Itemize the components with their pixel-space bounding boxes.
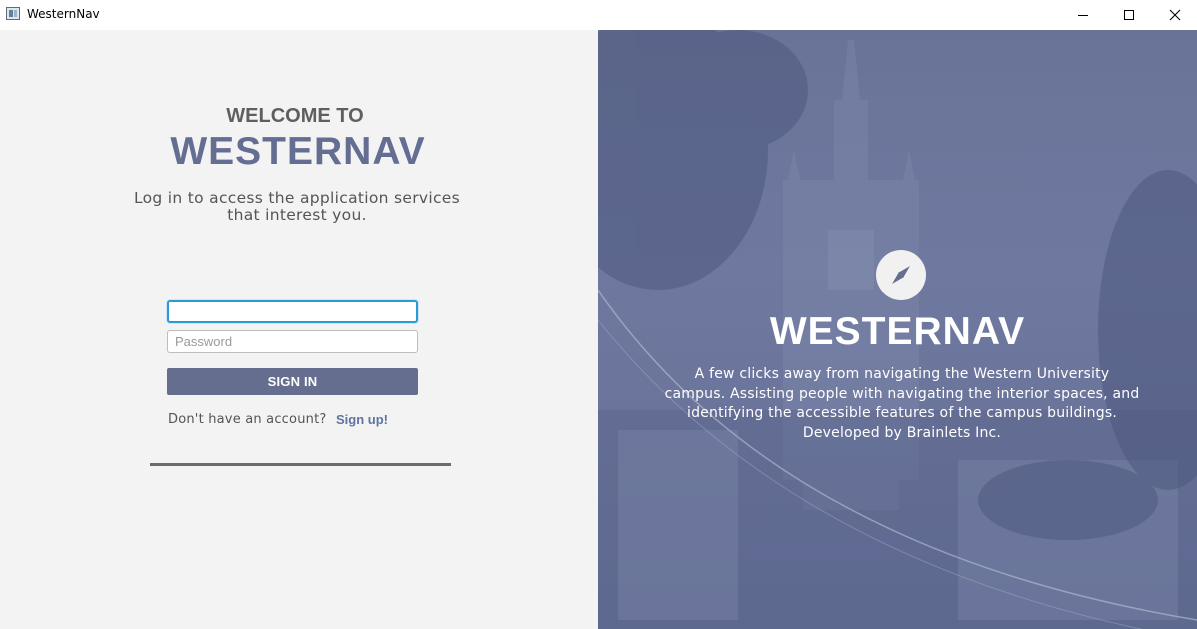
info-brand-title: WESTERNAV xyxy=(769,310,1026,353)
sign-in-button[interactable]: SIGN IN xyxy=(167,368,418,395)
desc-line-1: A few clicks away from navigating the We… xyxy=(694,366,1110,382)
close-button[interactable] xyxy=(1152,0,1197,30)
sign-up-link[interactable]: Sign up! xyxy=(336,412,388,427)
login-panel: WELCOME TO WESTERNAV Log in to access th… xyxy=(0,30,598,629)
close-icon xyxy=(1169,9,1181,21)
desc-line-2: campus. Assisting people with navigating… xyxy=(664,385,1140,402)
desc-line-4: Developed by Brainlets Inc. xyxy=(802,424,1002,441)
maximize-button[interactable] xyxy=(1106,0,1152,30)
password-input[interactable] xyxy=(167,330,418,353)
minimize-icon xyxy=(1078,15,1088,16)
login-subtitle: Log in to access the application service… xyxy=(0,190,594,224)
minimize-button[interactable] xyxy=(1060,0,1106,30)
subtitle-line-1: Log in to access the application service… xyxy=(133,189,460,207)
info-panel: WESTERNAV A few clicks away from navigat… xyxy=(598,30,1197,629)
divider xyxy=(150,463,451,466)
desc-line-3: identifying the accessible features of t… xyxy=(687,405,1117,421)
brand-title: WESTERNAV xyxy=(170,130,426,173)
info-description: A few clicks away from navigating the We… xyxy=(648,365,1156,443)
compass-icon xyxy=(876,250,926,300)
welcome-heading: WELCOME TO xyxy=(226,105,364,127)
app-icon xyxy=(6,7,20,20)
username-input[interactable] xyxy=(167,300,418,323)
window-title: WesternNav xyxy=(27,7,100,21)
window-titlebar: WesternNav xyxy=(0,0,1197,30)
maximize-icon xyxy=(1124,10,1134,20)
subtitle-line-2: that interest you. xyxy=(227,206,367,224)
no-account-text: Don't have an account? xyxy=(168,412,327,427)
